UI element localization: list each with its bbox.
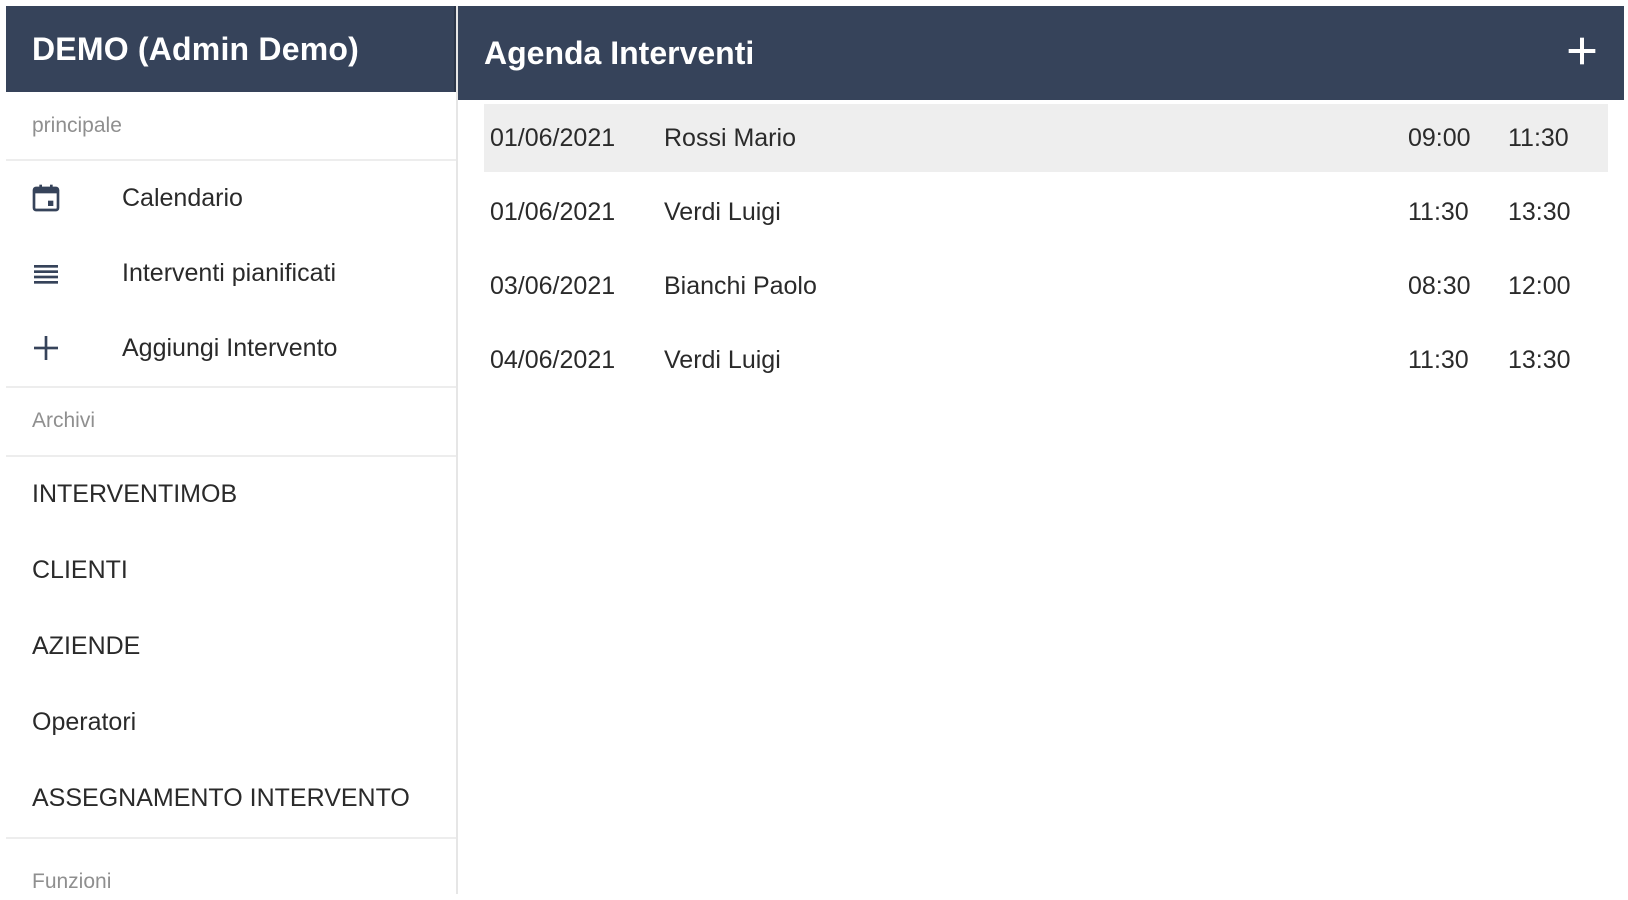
list-icon — [6, 236, 122, 311]
add-intervento-button[interactable] — [1562, 33, 1602, 73]
nav-item-label: Aggiungi Intervento — [122, 333, 338, 362]
list-item[interactable]: 03/06/2021 Bianchi Paolo 08:30 12:00 — [484, 252, 1608, 320]
agenda-list: 01/06/2021 Rossi Mario 09:00 11:30 01/06… — [458, 100, 1624, 400]
main-panel: Agenda Interventi 01/06/2021 Rossi Mario… — [458, 6, 1624, 894]
row-end-time: 11:30 — [1508, 123, 1569, 152]
section-label-funzioni: Funzioni — [32, 870, 112, 893]
archive-nav: INTERVENTIMOB CLIENTI AZIENDE Operatori … — [6, 457, 456, 839]
row-name: Verdi Luigi — [664, 197, 781, 226]
app-window: DEMO (Admin Demo) principale Calendario — [6, 6, 1624, 894]
row-end-time: 13:30 — [1508, 197, 1571, 226]
nav-item-label: Interventi pianificati — [122, 258, 337, 287]
row-start-time: 08:30 — [1408, 271, 1471, 300]
row-end-time: 13:30 — [1508, 345, 1571, 374]
archive-item-assegnamento-intervento[interactable]: ASSEGNAMENTO INTERVENTO — [6, 761, 456, 837]
nav-item-label: Calendario — [122, 183, 243, 212]
nav-item-interventi-pianificati[interactable]: Interventi pianificati — [6, 236, 456, 311]
plus-icon — [6, 311, 122, 386]
row-date: 04/06/2021 — [490, 345, 616, 374]
archive-item-interventimob[interactable]: INTERVENTIMOB — [6, 457, 456, 533]
list-item[interactable]: 04/06/2021 Verdi Luigi 11:30 13:30 — [484, 326, 1608, 394]
row-date: 01/06/2021 — [490, 197, 616, 226]
main-nav: Calendario Interventi pianificati Aggiun… — [6, 161, 456, 388]
row-date: 01/06/2021 — [490, 123, 616, 152]
calendar-icon — [6, 161, 122, 236]
list-item[interactable]: 01/06/2021 Verdi Luigi 11:30 13:30 — [484, 178, 1608, 246]
row-name: Verdi Luigi — [664, 345, 781, 374]
row-date: 03/06/2021 — [490, 271, 616, 300]
row-name: Rossi Mario — [664, 123, 796, 152]
row-name: Bianchi Paolo — [664, 271, 817, 300]
row-end-time: 12:00 — [1508, 271, 1571, 300]
archive-item-clienti[interactable]: CLIENTI — [6, 533, 456, 609]
nav-item-calendario[interactable]: Calendario — [6, 161, 456, 236]
sidebar-title: DEMO (Admin Demo) — [32, 30, 359, 67]
row-start-time: 09:00 — [1408, 123, 1471, 152]
sidebar-header: DEMO (Admin Demo) — [6, 6, 456, 93]
page-title: Agenda Interventi — [484, 34, 755, 71]
row-start-time: 11:30 — [1408, 345, 1469, 374]
sidebar: DEMO (Admin Demo) principale Calendario — [6, 6, 458, 894]
archive-item-aziende[interactable]: AZIENDE — [6, 609, 456, 685]
row-start-time: 11:30 — [1408, 197, 1469, 226]
main-header: Agenda Interventi — [458, 6, 1624, 100]
plus-icon — [1566, 35, 1598, 72]
list-item[interactable]: 01/06/2021 Rossi Mario 09:00 11:30 — [484, 104, 1608, 172]
section-label-archivi: Archivi — [6, 388, 456, 457]
archive-item-operatori[interactable]: Operatori — [6, 685, 456, 761]
nav-item-aggiungi-intervento[interactable]: Aggiungi Intervento — [6, 311, 456, 386]
section-label-principale: principale — [6, 92, 456, 161]
